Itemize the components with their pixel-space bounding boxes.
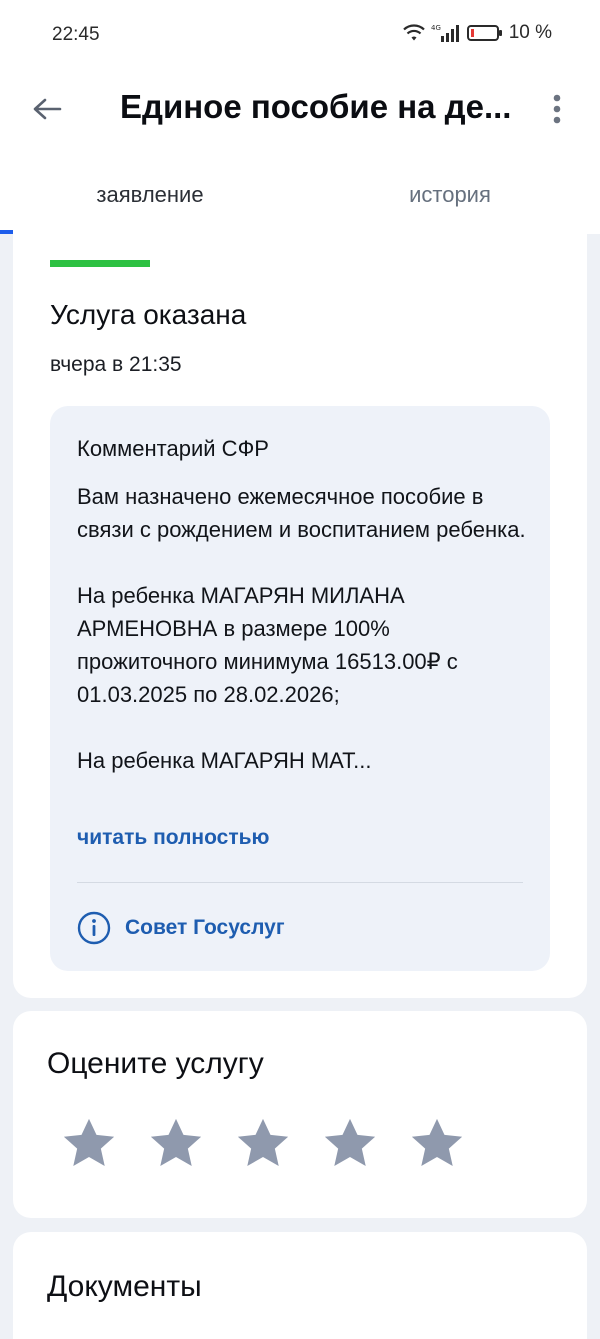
- tab-label: история: [409, 182, 491, 207]
- documents-card[interactable]: Документы: [13, 1232, 587, 1339]
- status-icons: 4G 10 %: [402, 22, 552, 44]
- comment-heading: Комментарий СФР: [77, 436, 269, 461]
- comment-paragraph: Вам назначено ежемесячное пособие в связ…: [77, 484, 526, 542]
- comment-body: Вам назначено ежемесячное пособие в связ…: [77, 480, 532, 777]
- star-icon[interactable]: [408, 1115, 466, 1173]
- back-button[interactable]: [26, 88, 68, 130]
- tab-bar: заявление история: [0, 160, 600, 234]
- tab-application[interactable]: заявление: [0, 160, 300, 234]
- app-bar: Единое пособие на де...: [0, 70, 600, 150]
- network-type-label: 4G: [431, 24, 441, 32]
- tab-label: заявление: [96, 182, 204, 207]
- more-vertical-icon: [553, 94, 561, 124]
- status-indicator-bar: [50, 260, 150, 267]
- divider: [77, 882, 523, 883]
- star-icon[interactable]: [234, 1115, 292, 1173]
- battery-icon: [466, 24, 503, 42]
- rating-card: Оцените услугу: [13, 1011, 587, 1218]
- status-bar: 22:45 4G 10 %: [0, 0, 600, 70]
- comment-paragraph: На ребенка МАГАРЯН МАТ...: [77, 748, 372, 773]
- read-more-link[interactable]: читать полностью: [77, 826, 269, 850]
- header-area: 22:45 4G 10 % Единое пособие на де... за…: [0, 0, 600, 234]
- wifi-icon: [402, 24, 425, 42]
- battery-percentage: 10 %: [508, 22, 552, 43]
- page-title: Единое пособие на де...: [120, 88, 512, 125]
- status-time: 22:45: [52, 24, 100, 45]
- star-icon[interactable]: [147, 1115, 205, 1173]
- documents-title: Документы: [47, 1270, 202, 1303]
- rating-title: Оцените услугу: [47, 1047, 264, 1080]
- star-icon[interactable]: [60, 1115, 118, 1173]
- info-icon: [77, 911, 111, 945]
- status-title: Услуга оказана: [50, 299, 247, 330]
- more-options-button[interactable]: [536, 88, 578, 130]
- tab-history[interactable]: история: [300, 160, 600, 234]
- cellular-signal-icon: 4G: [431, 23, 461, 43]
- status-timestamp: вчера в 21:35: [50, 353, 182, 376]
- star-rating: [60, 1115, 466, 1173]
- comment-paragraph: На ребенка МАГАРЯН МИЛАНА АРМЕНОВНА в ра…: [77, 583, 458, 707]
- star-icon[interactable]: [321, 1115, 379, 1173]
- tip-label: Совет Госуслуг: [125, 916, 285, 939]
- comment-box: Комментарий СФР Вам назначено ежемесячно…: [50, 406, 550, 971]
- status-card: Услуга оказана вчера в 21:35 Комментарий…: [13, 225, 587, 998]
- gosuslugi-tip-link[interactable]: Совет Госуслуг: [77, 911, 285, 945]
- arrow-left-icon: [33, 98, 62, 120]
